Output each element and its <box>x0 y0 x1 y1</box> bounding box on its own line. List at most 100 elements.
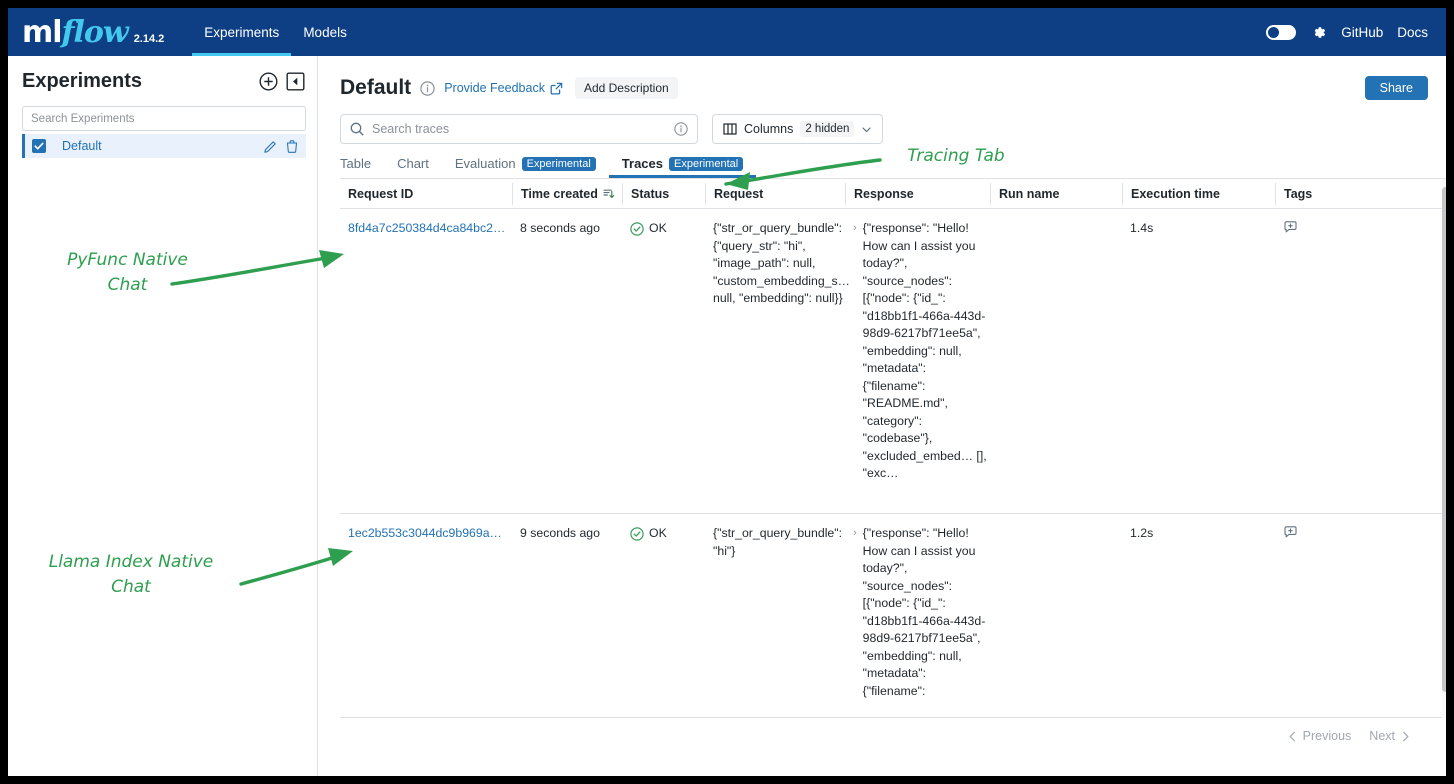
tab-traces-badge: Experimental <box>669 157 743 171</box>
share-button[interactable]: Share <box>1365 76 1428 100</box>
pencil-icon[interactable] <box>264 140 277 153</box>
add-tag-icon[interactable] <box>1283 220 1435 235</box>
cell-request: {"str_or_query_bundle": "hi"} <box>705 525 845 717</box>
github-link[interactable]: GitHub <box>1341 25 1383 40</box>
search-traces-input[interactable]: Search traces <box>340 114 698 144</box>
cell-request-id[interactable]: 1ec2b553c3044dc9b969a… <box>340 525 512 717</box>
column-label-response: Response <box>854 187 914 201</box>
chevron-down-icon <box>861 124 872 135</box>
sidebar-title: Experiments <box>22 70 142 93</box>
traces-tab-bar: Table Chart Evaluation Experimental Trac… <box>318 156 1446 178</box>
tab-chart-label: Chart <box>397 156 429 171</box>
search-experiments-input[interactable]: Search Experiments <box>22 106 306 131</box>
plus-circle-icon[interactable] <box>259 72 278 91</box>
tab-evaluation-badge: Experimental <box>522 157 596 171</box>
tab-evaluation[interactable]: Evaluation Experimental <box>442 156 609 178</box>
next-page-button[interactable]: Next <box>1369 729 1410 743</box>
sidebar-item-icons <box>264 140 306 153</box>
cell-tags <box>1275 220 1435 513</box>
nav-tab-experiments[interactable]: Experiments <box>192 8 291 56</box>
cell-execution-time: 1.2s <box>1122 525 1275 717</box>
page-title: Default <box>340 76 411 100</box>
column-header-response[interactable]: Response <box>845 183 990 205</box>
search-icon <box>350 122 364 136</box>
nav-tab-models-label: Models <box>303 25 347 40</box>
hidden-columns-badge: 2 hidden <box>800 121 854 137</box>
cell-response: › {"response": "Hello! How can I assist … <box>845 220 990 513</box>
chevron-right-icon <box>1401 731 1410 742</box>
table-row[interactable]: 1ec2b553c3044dc9b969a… 9 seconds ago OK … <box>340 514 1446 718</box>
cell-response: › {"response": "Hello! How can I assist … <box>845 525 990 717</box>
previous-page-button[interactable]: Previous <box>1288 729 1352 743</box>
cell-tags <box>1275 525 1435 717</box>
dark-mode-toggle[interactable] <box>1266 25 1296 40</box>
top-navigation-bar: ml flow 2.14.2 Experiments Models GitHub… <box>8 8 1446 56</box>
sort-descending-icon <box>603 188 615 200</box>
top-nav-right-group: GitHub Docs <box>1266 24 1446 41</box>
cell-time-created: 8 seconds ago <box>512 220 622 513</box>
nav-tab-experiments-label: Experiments <box>204 25 279 40</box>
cell-request: {"str_or_query_bundle": {"query_str": "h… <box>705 220 845 513</box>
cell-time-created: 9 seconds ago <box>512 525 622 717</box>
version-label: 2.14.2 <box>134 33 165 45</box>
search-traces-placeholder: Search traces <box>372 122 449 136</box>
tab-chart[interactable]: Chart <box>384 156 442 178</box>
column-header-tags[interactable]: Tags <box>1275 183 1435 205</box>
traces-table: Request ID Time created Status Request R <box>340 179 1446 719</box>
nav-tab-models[interactable]: Models <box>291 8 359 56</box>
sidebar-item-label: Default <box>62 139 102 153</box>
next-label: Next <box>1369 729 1395 743</box>
tab-traces-label: Traces <box>622 156 663 171</box>
cell-status: OK <box>622 525 705 717</box>
tab-table-label: Table <box>340 156 371 171</box>
columns-dropdown[interactable]: Columns 2 hidden <box>712 114 883 144</box>
table-scrollbar-thumb[interactable] <box>1442 187 1446 692</box>
docs-link[interactable]: Docs <box>1397 25 1428 40</box>
columns-label: Columns <box>744 122 793 136</box>
cell-request-id[interactable]: 8fd4a7c250384d4ca84bc2… <box>340 220 512 513</box>
top-nav-tabs: Experiments Models <box>192 8 359 56</box>
collapse-left-icon[interactable] <box>286 72 305 91</box>
column-header-time-created[interactable]: Time created <box>512 183 622 205</box>
column-header-request-id[interactable]: Request ID <box>340 183 512 205</box>
logo-flow-text: flow <box>62 15 128 50</box>
info-circle-icon[interactable] <box>420 81 435 96</box>
page-header: Default Provide Feedback Add Description… <box>318 56 1446 100</box>
column-label-execution-time: Execution time <box>1131 187 1220 201</box>
add-tag-icon[interactable] <box>1283 525 1435 540</box>
column-label-request: Request <box>714 187 763 201</box>
check-circle-icon <box>630 222 644 236</box>
cell-run-name <box>990 220 1122 513</box>
response-text: {"response": "Hello! How can I assist yo… <box>863 525 990 700</box>
gear-icon[interactable] <box>1310 24 1327 41</box>
tab-traces[interactable]: Traces Experimental <box>609 156 756 178</box>
response-text: {"response": "Hello! How can I assist yo… <box>863 220 990 483</box>
chevron-right-icon[interactable]: › <box>853 220 857 483</box>
search-experiments-placeholder: Search Experiments <box>31 113 135 125</box>
experiment-checkbox[interactable] <box>32 139 46 153</box>
add-description-button[interactable]: Add Description <box>575 77 678 99</box>
external-link-icon[interactable] <box>550 82 563 95</box>
column-label-status: Status <box>631 187 669 201</box>
column-header-execution-time[interactable]: Execution time <box>1122 183 1275 205</box>
mlflow-app-window: ml flow 2.14.2 Experiments Models GitHub… <box>8 8 1446 776</box>
column-header-run-name[interactable]: Run name <box>990 183 1122 205</box>
tab-table[interactable]: Table <box>340 156 384 178</box>
chevron-left-icon <box>1288 731 1297 742</box>
column-label-tags: Tags <box>1284 187 1312 201</box>
column-header-status[interactable]: Status <box>622 183 705 205</box>
column-label-request-id: Request ID <box>348 187 413 201</box>
column-header-request[interactable]: Request <box>705 183 845 205</box>
check-circle-icon <box>630 527 644 541</box>
pagination: Previous Next <box>318 729 1446 743</box>
sidebar-item-default[interactable]: Default <box>22 134 306 158</box>
mlflow-logo[interactable]: ml flow 2.14.2 <box>8 15 164 50</box>
logo-ml-text: ml <box>22 15 62 50</box>
main-content: Default Provide Feedback Add Description… <box>318 56 1446 776</box>
table-row[interactable]: 8fd4a7c250384d4ca84bc2… 8 seconds ago OK… <box>340 209 1446 514</box>
traces-controls: Search traces Columns 2 hidden <box>318 100 1446 144</box>
search-info-icon[interactable] <box>674 122 688 136</box>
chevron-right-icon[interactable]: › <box>853 525 857 700</box>
provide-feedback-link[interactable]: Provide Feedback <box>444 81 545 95</box>
trash-icon[interactable] <box>286 140 298 153</box>
